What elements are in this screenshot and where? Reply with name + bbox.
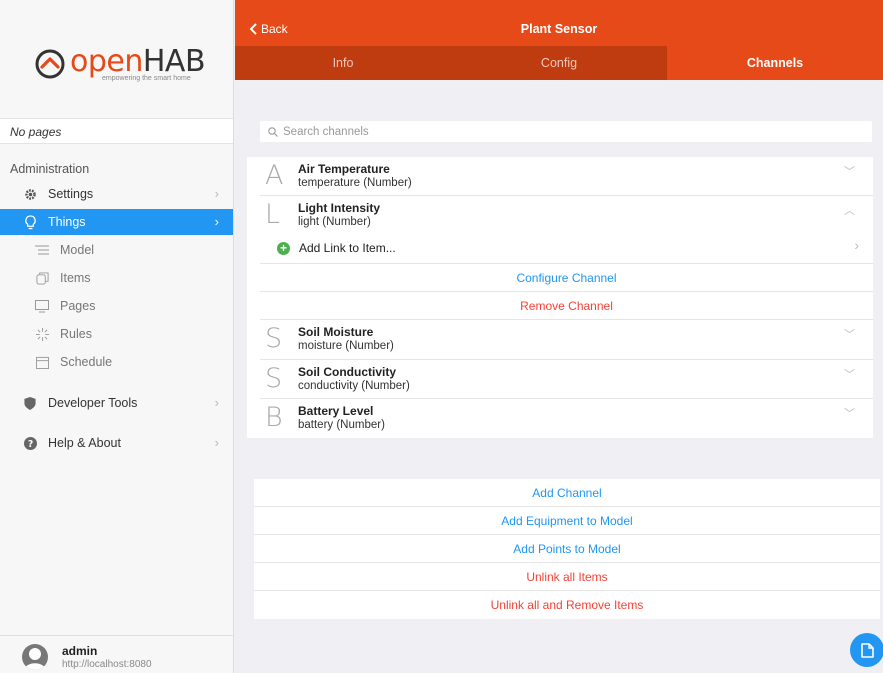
- tab-channels[interactable]: Channels: [667, 46, 883, 80]
- gear-icon: [22, 186, 38, 202]
- search-placeholder: Search channels: [283, 125, 369, 138]
- channel-type: light (Number): [298, 216, 371, 228]
- sidebar-item-label: Model: [60, 243, 95, 257]
- monitor-icon: [34, 298, 50, 314]
- openhab-logo-icon: [35, 49, 65, 79]
- chevron-right-icon: ›: [214, 395, 219, 410]
- openhab-logo[interactable]: openHAB empowering the smart home: [34, 44, 214, 88]
- sidebar-item-things[interactable]: Things ›: [0, 209, 233, 235]
- sidebar-item-rules[interactable]: Rules: [0, 321, 233, 347]
- channel-name: Soil Moisture: [298, 325, 374, 339]
- user-profile[interactable]: admin http://localhost:8080: [0, 635, 233, 673]
- unlink-remove-items-button[interactable]: Unlink all and Remove Items: [254, 591, 880, 619]
- navbar: Back Plant Sensor: [235, 0, 883, 46]
- channel-name: Soil Conductivity: [298, 365, 397, 379]
- calendar-icon: [34, 354, 50, 370]
- channel-letter: S: [265, 323, 283, 354]
- chevron-right-icon: ›: [214, 214, 219, 229]
- chevron-up-icon: ︿: [844, 205, 855, 217]
- sidebar-item-schedule[interactable]: Schedule: [0, 349, 233, 375]
- avatar: [22, 644, 48, 670]
- sidebar-item-developer-tools[interactable]: Developer Tools ›: [0, 390, 233, 416]
- sidebar-item-label: Schedule: [60, 355, 113, 369]
- chevron-right-icon: ›: [854, 237, 859, 253]
- channel-name: Air Temperature: [298, 162, 390, 176]
- help-icon: ?: [22, 435, 38, 451]
- lightbulb-icon: [22, 214, 38, 230]
- logo-tagline: empowering the smart home: [102, 75, 191, 82]
- sidebar-item-label: Pages: [60, 299, 96, 313]
- sidebar-item-label: Rules: [60, 327, 92, 341]
- sidebar-item-label: Things: [48, 215, 86, 229]
- sidebar-item-model[interactable]: Model: [0, 237, 233, 263]
- sparkle-icon: [34, 326, 50, 342]
- channel-type: conductivity (Number): [298, 380, 410, 392]
- sidebar-item-label: Help & About: [48, 436, 121, 450]
- document-icon: [860, 642, 874, 658]
- search-input[interactable]: Search channels: [260, 121, 872, 142]
- list-icon: [34, 242, 50, 258]
- tab-config[interactable]: Config: [451, 46, 667, 80]
- channel-item-soil-conductivity[interactable]: S Soil Conductivity conductivity (Number…: [247, 360, 873, 400]
- items-icon: [34, 270, 50, 286]
- user-name: admin: [62, 644, 98, 658]
- sidebar-item-items[interactable]: Items: [0, 265, 233, 291]
- sidebar-item-label: Items: [60, 271, 91, 285]
- server-url: http://localhost:8080: [62, 659, 152, 670]
- sidebar-item-pages[interactable]: Pages: [0, 293, 233, 319]
- unlink-all-items-button[interactable]: Unlink all Items: [254, 563, 880, 591]
- channel-item-soil-moisture[interactable]: S Soil Moisture moisture (Number) ﹀: [247, 320, 873, 360]
- shield-icon: [22, 395, 38, 411]
- channel-type: temperature (Number): [298, 177, 412, 189]
- remove-channel-button[interactable]: Remove Channel: [260, 292, 873, 318]
- channel-letter: L: [265, 199, 281, 230]
- channel-letter: S: [265, 363, 283, 394]
- add-equipment-button[interactable]: Add Equipment to Model: [254, 507, 880, 535]
- chevron-down-icon: ﹀: [844, 166, 855, 178]
- add-link-label: Add Link to Item...: [299, 241, 396, 255]
- administration-heading: Administration: [10, 162, 90, 176]
- sidebar-item-help-about[interactable]: ? Help & About ›: [0, 430, 233, 456]
- sidebar-item-settings[interactable]: Settings ›: [0, 181, 233, 207]
- tab-info[interactable]: Info: [235, 46, 451, 80]
- chevron-down-icon: ﹀: [844, 329, 855, 341]
- channel-name: Light Intensity: [298, 201, 380, 215]
- channel-type: battery (Number): [298, 419, 385, 431]
- add-channel-button[interactable]: Add Channel: [254, 479, 880, 507]
- channel-letter: A: [265, 160, 284, 191]
- tab-bar: Info Config Channels: [235, 46, 883, 80]
- channel-item-light-intensity[interactable]: L Light Intensity light (Number) ︿: [247, 196, 873, 236]
- logo-wordmark: openHAB: [70, 44, 206, 79]
- chevron-down-icon: ﹀: [844, 369, 855, 381]
- add-link-to-item-row[interactable]: + Add Link to Item... ›: [247, 235, 873, 261]
- page-title: Plant Sensor: [520, 22, 598, 36]
- sidebar-item-label: Developer Tools: [48, 396, 138, 410]
- code-view-button[interactable]: [850, 633, 883, 667]
- channel-list: A Air Temperature temperature (Number) ﹀…: [247, 157, 873, 438]
- chevron-down-icon: ﹀: [844, 408, 855, 420]
- search-icon: [268, 126, 278, 137]
- chevron-right-icon: ›: [214, 186, 219, 201]
- channel-item-air-temperature[interactable]: A Air Temperature temperature (Number) ﹀: [247, 157, 873, 197]
- channel-item-battery-level[interactable]: B Battery Level battery (Number) ﹀: [247, 399, 873, 439]
- sidebar-item-label: Settings: [48, 187, 94, 201]
- no-pages-label: No pages: [0, 118, 233, 144]
- chevron-right-icon: ›: [214, 435, 219, 450]
- add-points-button[interactable]: Add Points to Model: [254, 535, 880, 563]
- sidebar: openHAB empowering the smart home No pag…: [0, 0, 234, 673]
- svg-text:?: ?: [27, 438, 32, 449]
- channel-type: moisture (Number): [298, 340, 394, 352]
- channel-actions: Add Channel Add Equipment to Model Add P…: [254, 479, 880, 619]
- channel-letter: B: [265, 402, 283, 433]
- configure-channel-button[interactable]: Configure Channel: [260, 264, 873, 290]
- add-icon: +: [277, 242, 290, 255]
- channel-name: Battery Level: [298, 404, 374, 418]
